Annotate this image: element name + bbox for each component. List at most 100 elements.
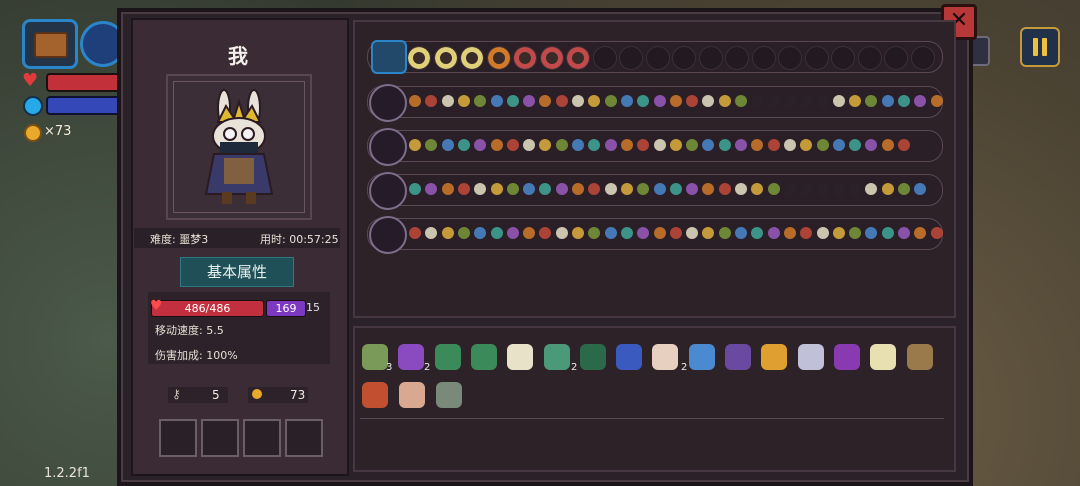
inventory-item-icon[interactable]	[362, 382, 388, 408]
inventory-item-icon[interactable]	[833, 344, 860, 370]
buff-icons	[407, 45, 947, 70]
weapon-mod-icon	[767, 227, 780, 239]
weapon-mod-icon	[490, 183, 503, 195]
equip-slot[interactable]	[201, 419, 239, 457]
weapon-mod-icon	[686, 139, 699, 151]
weapon-mod-icon	[718, 95, 731, 107]
weapon-mod-icon	[604, 183, 617, 195]
weapon-mod-icon	[523, 95, 536, 107]
weapon-mod-icon	[620, 183, 633, 195]
inventory-item-icon[interactable]	[870, 344, 897, 370]
inventory-item-icon[interactable]	[362, 344, 388, 370]
buff-slot	[884, 46, 908, 70]
inventory-item-icon[interactable]	[507, 344, 534, 370]
inventory-item-icon[interactable]	[436, 382, 462, 408]
weapon-mod-icon	[849, 227, 862, 239]
key-count: 5	[212, 388, 220, 402]
inventory-item-icon[interactable]	[688, 344, 715, 370]
weapon-mod-icon	[898, 95, 910, 107]
inventory-item-icon[interactable]	[543, 344, 570, 370]
weapon-mod-icon	[441, 95, 454, 107]
weapon-mod-icon	[572, 183, 584, 195]
sword-weapon-icon[interactable]	[369, 216, 407, 254]
weapon-mod-icon	[441, 183, 454, 195]
weapon-mod-icon	[653, 139, 666, 151]
weapon-mod-icon	[669, 227, 682, 239]
weapon-mod-icon	[735, 183, 747, 195]
weapon-mod-icon	[669, 183, 682, 195]
inventory-item-icon[interactable]	[470, 344, 497, 370]
tab-basic-attributes[interactable]: 基本属性	[180, 257, 294, 287]
key-icon: ⚷	[172, 387, 181, 401]
weapon-mod-icon	[506, 95, 519, 107]
weapon-mod-icon	[555, 95, 568, 107]
weapon-mod-icon	[457, 139, 470, 151]
coin-count-panel: 73	[290, 388, 306, 402]
inventory-item-icon[interactable]	[761, 344, 788, 370]
equip-slot[interactable]	[243, 419, 281, 457]
item-count: 2	[571, 362, 578, 373]
weapon-mod-icon	[620, 95, 633, 107]
weapon-mod-icon	[572, 227, 584, 239]
inventory-item-icon[interactable]	[797, 344, 824, 370]
weapon-mod-icon	[653, 183, 666, 195]
spear-weapon-icon[interactable]	[369, 84, 407, 122]
staff-weapon-icon[interactable]	[369, 128, 407, 166]
inventory-item-icon[interactable]	[652, 344, 679, 370]
weapon-mod-icon	[555, 139, 568, 151]
buff-slot	[460, 46, 484, 70]
inventory-item-icon[interactable]	[616, 344, 643, 370]
inventory-item-icon[interactable]	[906, 344, 933, 370]
mp-bar	[46, 96, 124, 115]
inventory-item-icon[interactable]	[398, 344, 425, 370]
buff-slot	[831, 46, 855, 70]
weapon-mod-icon	[572, 95, 584, 107]
equip-slot[interactable]	[285, 419, 323, 457]
buff-slot	[592, 46, 617, 70]
weapon-mod-icon	[767, 183, 780, 195]
inventory-item-icon[interactable]	[399, 382, 425, 408]
buff-slot	[698, 46, 723, 70]
item-count: 2	[681, 362, 688, 373]
weapon-mod-icon	[816, 95, 829, 107]
character-name: 我	[228, 44, 248, 68]
weapon-mod-icon	[457, 227, 470, 239]
weapon-mod-icon	[686, 183, 699, 195]
weapon-mod-icon	[767, 95, 780, 107]
mp-value: 169	[266, 300, 306, 317]
chest-slot-icon[interactable]	[22, 19, 78, 69]
character-portrait	[166, 74, 312, 220]
buff-slot	[910, 46, 935, 70]
mana-orb-icon	[23, 96, 43, 116]
weapon-mod-icon	[816, 183, 829, 195]
weapon-mod-icon	[490, 227, 503, 239]
buff-slot	[433, 46, 458, 70]
inventory-item-icon[interactable]	[434, 344, 461, 370]
equip-slot[interactable]	[159, 419, 197, 457]
move-speed-stat: 移动速度: 5.5	[155, 324, 224, 337]
pause-button[interactable]	[1020, 27, 1060, 67]
weapon-mod-icon	[653, 95, 666, 107]
weapon-mod-icon	[620, 139, 633, 151]
weapon-mod-icon	[783, 95, 796, 107]
weapon-mod-icon	[653, 227, 666, 239]
weapon-mod-icon	[490, 139, 503, 151]
weapon-mod-icon	[881, 139, 894, 151]
weapon-mod-icon	[572, 139, 584, 151]
weapon-mod-icon	[490, 95, 503, 107]
weapon-mod-icon	[555, 227, 568, 239]
chest-buff-icon[interactable]	[371, 40, 407, 74]
weapon-mod-icon	[735, 95, 747, 107]
inventory-item-icon[interactable]	[579, 344, 606, 370]
wand-weapon-icon[interactable]	[369, 172, 407, 210]
weapon-mod-icon	[555, 183, 568, 195]
inventory-item-icon[interactable]	[725, 344, 751, 370]
weapon-mod-icon	[604, 95, 617, 107]
heart-icon: ♥	[150, 298, 163, 314]
weapon-mod-icon	[930, 227, 943, 239]
weapon-mod-icon	[620, 227, 633, 239]
weapon-mod-icon	[457, 95, 470, 107]
weapon-mod-icon	[457, 183, 470, 195]
weapon-mod-icon	[409, 95, 421, 107]
weapon-mod-icon	[506, 227, 519, 239]
